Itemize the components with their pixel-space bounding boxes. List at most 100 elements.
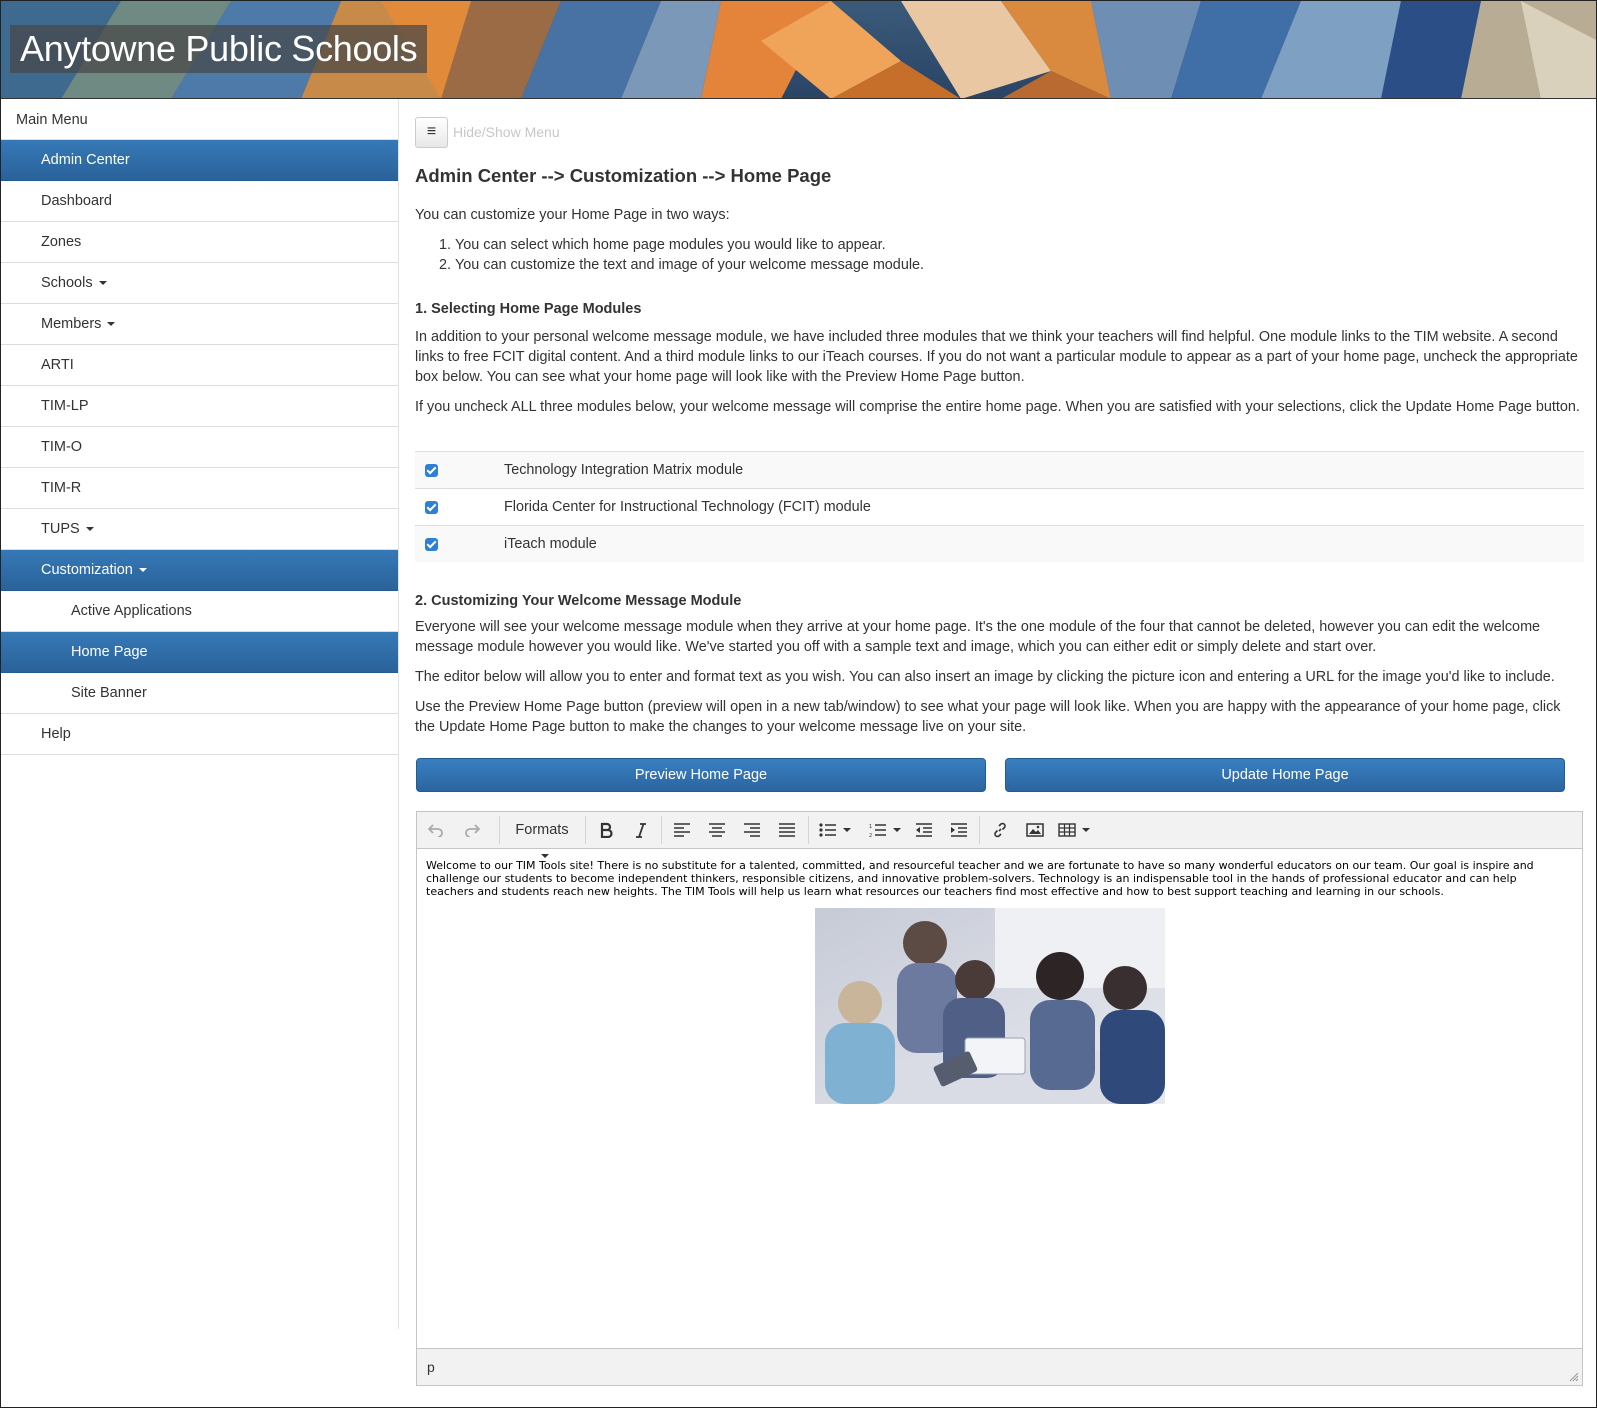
chevron-down-icon [541, 854, 549, 859]
sidebar-item-label: Active Applications [71, 603, 192, 619]
section1-paragraph: If you uncheck ALL three modules below, … [415, 399, 1580, 415]
sidebar-item-label: Site Banner [71, 685, 147, 701]
align-justify-icon[interactable] [774, 817, 800, 843]
chevron-down-icon [98, 281, 107, 286]
menu-toggle-row: ≡ Hide/Show Menu [415, 116, 560, 148]
sidebar-item-arti[interactable]: ARTI [1, 345, 398, 386]
formats-label: Formats [515, 822, 569, 838]
sidebar-item-label: Dashboard [41, 193, 112, 209]
sidebar-item-label: Help [41, 726, 71, 742]
sidebar-item-label: TIM-LP [41, 398, 89, 414]
site-title: Anytowne Public Schools [10, 25, 428, 73]
sidebar-item-label: ARTI [41, 357, 74, 373]
sidebar-item-label: TUPS [41, 521, 80, 537]
sidebar-item-site-banner[interactable]: Site Banner [1, 673, 398, 714]
section2-heading: 2. Customizing Your Welcome Message Modu… [415, 593, 742, 609]
editor-statusbar: p [417, 1348, 1582, 1385]
sidebar-item-tim-o[interactable]: TIM-O [1, 427, 398, 468]
steps-list: You can select which home page modules y… [435, 235, 924, 275]
sidebar-item-label: TIM-R [41, 480, 82, 496]
toolbar-separator [979, 816, 980, 844]
section2-paragraph: The editor below will allow you to enter… [415, 669, 1555, 685]
sidebar-item-label: Members [41, 316, 102, 332]
italic-icon[interactable] [628, 817, 654, 843]
image-icon[interactable] [1022, 817, 1048, 843]
element-path[interactable]: p [427, 1359, 435, 1375]
undo-icon[interactable] [423, 817, 449, 843]
list-item: You can customize the text and image of … [455, 255, 924, 275]
svg-text:1: 1 [869, 824, 872, 830]
sidebar-menu: Admin Center Dashboard Zones Schools Members… [1, 140, 398, 755]
welcome-image [815, 908, 1165, 1104]
bullet-list-icon[interactable] [815, 817, 855, 843]
svg-text:2: 2 [869, 833, 872, 837]
formats-dropdown[interactable]: Formats [509, 817, 575, 859]
preview-home-page-button[interactable]: Preview Home Page [416, 758, 986, 792]
table-row: iTeach module [415, 525, 1584, 562]
link-icon[interactable] [987, 817, 1013, 843]
indent-icon[interactable] [946, 817, 972, 843]
resize-handle-icon[interactable] [1569, 1372, 1579, 1382]
align-center-icon[interactable] [704, 817, 730, 843]
sidebar-item-members[interactable]: Members [1, 304, 398, 345]
chevron-down-icon [138, 568, 147, 573]
align-left-icon[interactable] [669, 817, 695, 843]
sidebar-item-label: Customization [41, 562, 133, 578]
sidebar-item-home-page[interactable]: Home Page [1, 632, 398, 673]
sidebar-item-tim-r[interactable]: TIM-R [1, 468, 398, 509]
sidebar: Main Menu Admin Center Dashboard Zones Scho… [1, 99, 399, 1329]
list-item: You can select which home page modules y… [455, 235, 924, 255]
section2-paragraph: Everyone will see your welcome message m… [415, 619, 1541, 655]
modules-table: Technology Integration Matrix module Flo… [415, 451, 1584, 562]
table-row: Technology Integration Matrix module [415, 451, 1584, 488]
chevron-down-icon [1082, 828, 1090, 833]
editor-toolbar: Formats 1 2 [417, 812, 1582, 859]
hamburger-icon[interactable]: ≡ [415, 116, 448, 148]
page-title: Admin Center --> Customization --> Home … [415, 165, 832, 186]
module-tim-checkbox[interactable] [425, 463, 438, 477]
sidebar-item-customization[interactable]: Customization [1, 550, 398, 591]
section1-paragraph: In addition to your personal welcome mes… [415, 329, 1578, 385]
sidebar-item-zones[interactable]: Zones [1, 222, 398, 263]
table-icon[interactable] [1057, 817, 1091, 843]
chevron-down-icon [893, 828, 901, 833]
chevron-down-icon [843, 828, 851, 833]
chevron-down-icon [107, 322, 116, 327]
editor-content[interactable]: Welcome to our TIM Tools site! There is … [426, 859, 1566, 898]
numbered-list-icon[interactable]: 12 [865, 817, 905, 843]
sidebar-heading: Main Menu [1, 99, 398, 140]
app-window: Anytowne Public Schools Main Menu Admin … [0, 0, 1597, 1408]
sidebar-item-active-applications[interactable]: Active Applications [1, 591, 398, 632]
hide-show-menu-label[interactable]: Hide/Show Menu [453, 124, 560, 140]
chevron-down-icon [85, 527, 94, 532]
site-banner: Anytowne Public Schools [1, 1, 1596, 99]
sidebar-item-schools[interactable]: Schools [1, 263, 398, 304]
module-label: iTeach module [504, 536, 597, 552]
sidebar-item-label: Admin Center [41, 152, 130, 168]
toolbar-separator [661, 816, 662, 844]
toolbar-separator [499, 816, 500, 844]
sidebar-item-tim-lp[interactable]: TIM-LP [1, 386, 398, 427]
update-home-page-button[interactable]: Update Home Page [1005, 758, 1565, 792]
align-right-icon[interactable] [739, 817, 765, 843]
module-iteach-checkbox[interactable] [425, 537, 438, 551]
toolbar-separator [585, 816, 586, 844]
sidebar-item-tups[interactable]: TUPS [1, 509, 398, 550]
intro-text: You can customize your Home Page in two … [415, 207, 730, 223]
sidebar-item-label: Home Page [71, 644, 148, 660]
outdent-icon[interactable] [911, 817, 937, 843]
table-row: Florida Center for Instructional Technol… [415, 488, 1584, 525]
toolbar-separator [808, 816, 809, 844]
sidebar-item-help[interactable]: Help [1, 714, 398, 755]
rich-text-editor: Formats 1 2 Welcome to our TIM Tools sit… [416, 811, 1583, 1386]
module-fcit-checkbox[interactable] [425, 500, 438, 514]
sidebar-item-dashboard[interactable]: Dashboard [1, 181, 398, 222]
sidebar-item-label: Zones [41, 234, 82, 250]
sidebar-item-label: TIM-O [41, 439, 83, 455]
sidebar-item-admin-center[interactable]: Admin Center [1, 140, 398, 181]
module-label: Technology Integration Matrix module [504, 462, 744, 478]
redo-icon[interactable] [459, 817, 485, 843]
bold-icon[interactable] [593, 817, 619, 843]
module-label: Florida Center for Instructional Technol… [504, 499, 871, 515]
section1-heading: 1. Selecting Home Page Modules [415, 301, 642, 317]
